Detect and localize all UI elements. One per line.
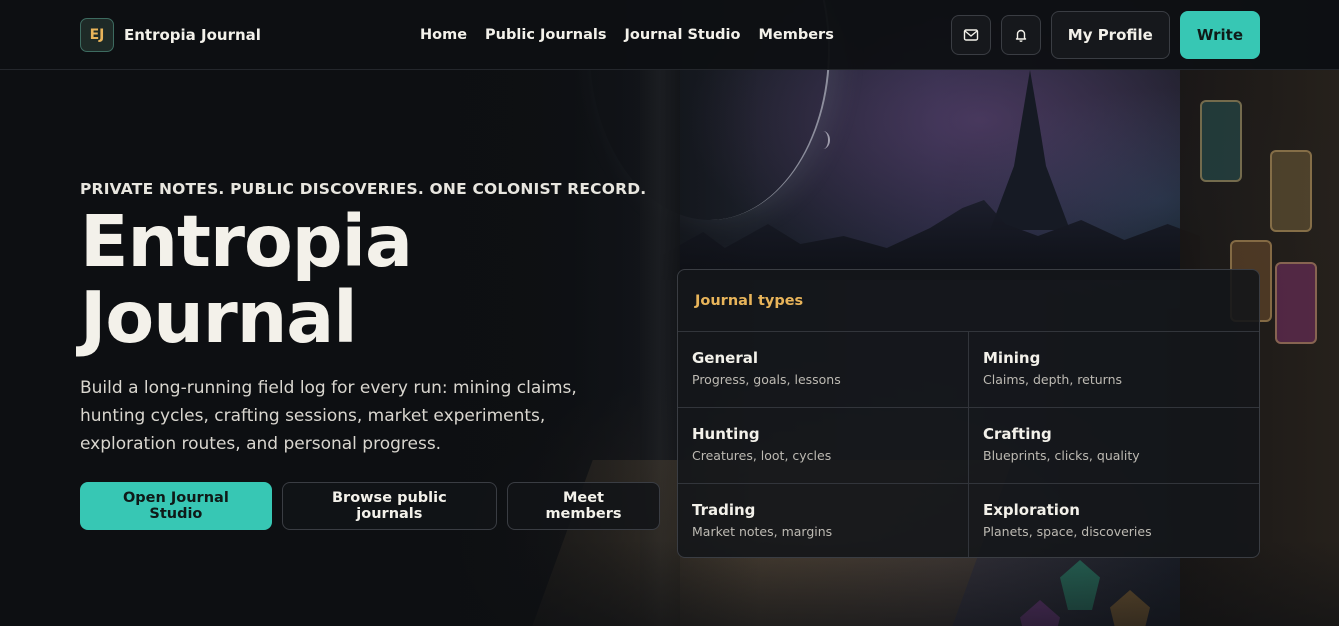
journal-type-desc: Creatures, loot, cycles — [692, 448, 832, 463]
moon — [816, 131, 830, 149]
journal-type-desc: Market notes, margins — [692, 524, 833, 539]
rock-spire — [990, 70, 1070, 230]
nav-link-home[interactable]: Home — [420, 27, 467, 43]
hero-title: Entropia Journal — [80, 204, 660, 356]
journal-types-panel: Journal types General Progress, goals, l… — [677, 269, 1260, 558]
journal-type-desc: Planets, space, discoveries — [983, 524, 1152, 539]
journal-type-general[interactable]: General Progress, goals, lessons — [678, 332, 969, 408]
hero-cta-row: Open Journal Studio Browse public journa… — [80, 482, 660, 530]
journal-type-exploration[interactable]: Exploration Planets, space, discoveries — [969, 484, 1259, 557]
hero-eyebrow: PRIVATE NOTES. PUBLIC DISCOVERIES. ONE C… — [80, 180, 647, 198]
hero-title-line-1: Entropia — [80, 200, 413, 283]
nav-actions: My Profile Write — [950, 10, 1260, 59]
write-button[interactable]: Write — [1179, 10, 1260, 59]
mail-icon — [963, 28, 978, 41]
journal-type-desc: Claims, depth, returns — [983, 372, 1123, 387]
browse-public-journals-button[interactable]: Browse public journals — [281, 482, 497, 530]
journal-type-desc: Blueprints, clicks, quality — [983, 448, 1140, 463]
meet-members-button[interactable]: Meet members — [506, 482, 660, 530]
messages-button[interactable] — [950, 14, 991, 55]
main-nav: Home Public Journals Journal Studio Memb… — [420, 27, 834, 43]
hero-section: PRIVATE NOTES. PUBLIC DISCOVERIES. ONE C… — [80, 180, 660, 530]
bell-icon — [1015, 29, 1026, 42]
journal-types-header: Journal types — [678, 270, 1259, 332]
journal-type-name: Trading — [692, 501, 756, 519]
nav-link-public-journals[interactable]: Public Journals — [485, 27, 606, 43]
journal-type-crafting[interactable]: Crafting Blueprints, clicks, quality — [969, 408, 1259, 484]
journal-type-name: Crafting — [983, 425, 1052, 443]
top-navbar: EJ Entropia Journal Home Public Journals… — [0, 0, 1339, 70]
brand-name: Entropia Journal — [124, 25, 261, 44]
journal-type-mining[interactable]: Mining Claims, depth, returns — [969, 332, 1259, 408]
journal-types-grid: General Progress, goals, lessons Mining … — [678, 332, 1259, 557]
hanging-tag — [1200, 100, 1242, 182]
notifications-button[interactable] — [1000, 14, 1041, 55]
my-profile-button[interactable]: My Profile — [1050, 10, 1170, 59]
journal-type-name: Hunting — [692, 425, 760, 443]
journal-type-trading[interactable]: Trading Market notes, margins — [678, 484, 969, 557]
brand-logo-badge: EJ — [80, 17, 114, 52]
nav-link-members[interactable]: Members — [758, 27, 833, 43]
page: EJ Entropia Journal Home Public Journals… — [0, 0, 1339, 626]
hanging-tag — [1275, 262, 1317, 344]
hero-description: Build a long-running field log for every… — [80, 378, 577, 454]
hanging-tag — [1270, 150, 1312, 232]
nav-link-journal-studio[interactable]: Journal Studio — [625, 27, 741, 43]
brand[interactable]: EJ Entropia Journal — [80, 17, 420, 52]
journal-type-name: Exploration — [983, 501, 1080, 519]
journal-type-desc: Progress, goals, lessons — [692, 372, 841, 387]
journal-type-hunting[interactable]: Hunting Creatures, loot, cycles — [678, 408, 969, 484]
hero-title-line-2: Journal — [80, 276, 358, 359]
journal-type-name: General — [692, 349, 758, 367]
journal-type-name: Mining — [983, 349, 1041, 367]
open-journal-studio-button[interactable]: Open Journal Studio — [80, 482, 272, 530]
journal-types-title: Journal types — [695, 292, 804, 309]
